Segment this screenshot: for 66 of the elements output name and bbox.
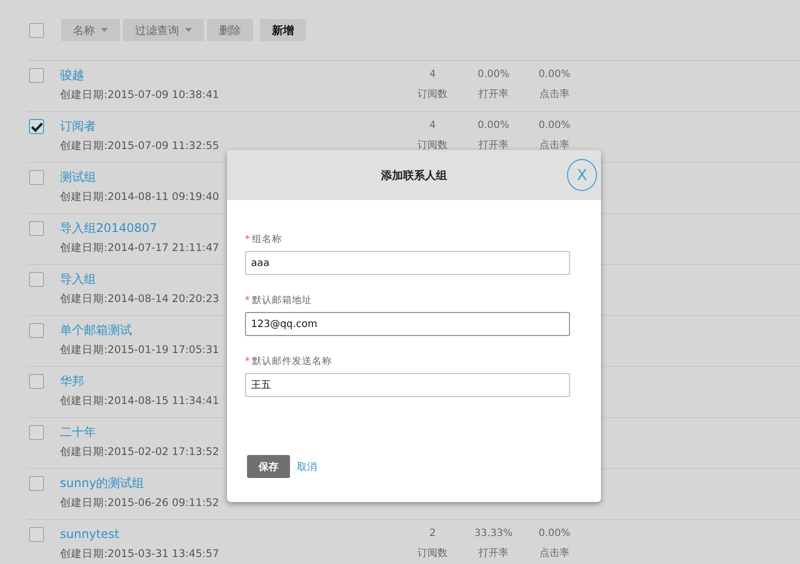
checkmark-icon [30,122,42,132]
created-date: 创建日期:2014-08-15 11:34:41 [60,394,220,409]
created-date: 创建日期:2015-02-02 17:13:52 [60,445,220,460]
field-label: * 默认邮件发送名称 [245,355,333,369]
caret-icon [101,28,108,32]
add-button[interactable]: 新增 [260,19,306,41]
stat-label: 点击率 [540,138,570,153]
stat-value: 0.00% [538,119,570,133]
stat-label: 点击率 [540,546,570,561]
stat-value: 4 [429,119,436,133]
checkbox[interactable] [29,272,44,287]
dialog-title: 添加联系人组 [381,168,447,182]
cancel-link[interactable]: 取消 [297,460,317,474]
stat-label: 订阅数 [418,547,448,561]
group-name-link[interactable]: 导入组 [60,271,96,287]
group-name-link[interactable]: 导入组20140807 [60,220,158,236]
stat-label: 订阅数 [418,88,448,102]
created-date: 创建日期:2014-08-11 09:19:40 [60,190,220,205]
checkbox[interactable] [29,221,44,236]
close-button[interactable]: X [567,159,597,191]
input-field[interactable]: 123@qq.com [245,312,570,336]
stat-label: 打开率 [478,138,508,153]
group-name-link[interactable]: 华邦 [60,373,84,389]
stat-label: 点击率 [540,88,570,102]
created-date: 创建日期:2015-03-31 13:45:57 [60,547,220,562]
group-name-link[interactable]: 订阅者 [60,118,96,134]
group-name-link[interactable]: sunnytest [60,526,120,542]
created-date: 创建日期:2015-07-09 10:38:41 [60,88,220,103]
checkbox[interactable] [29,170,44,185]
checkbox[interactable] [29,476,44,491]
stat-label: 订阅数 [418,139,448,153]
checkbox[interactable] [29,22,44,38]
group-name-link[interactable]: 骏越 [60,67,84,83]
stat-value: 0.00% [478,119,510,133]
stat-label: 打开率 [478,88,508,102]
caret-icon [185,28,192,32]
dropdown-button[interactable]: 名称 [61,19,120,41]
group-name-link[interactable]: 单个邮箱测试 [60,322,132,338]
stat-value: 33.33% [474,527,513,541]
save-button[interactable]: 保存 [247,455,290,478]
checkbox[interactable] [29,527,44,542]
created-date: 创建日期:2014-08-14 20:20:23 [60,292,220,307]
created-date: 创建日期:2014-07-17 21:11:47 [60,241,220,256]
created-date: 创建日期:2015-01-19 17:05:31 [60,343,220,358]
group-name-link[interactable]: 测试组 [60,169,96,185]
group-name-link[interactable]: sunny的测试组 [60,475,144,491]
stat-value: 0.00% [538,68,570,82]
stat-value: 4 [429,68,436,82]
checkbox[interactable] [29,323,44,338]
checkbox[interactable] [29,68,44,83]
input-field[interactable]: aaa [245,251,570,275]
stat-label: 打开率 [478,546,508,561]
checkbox[interactable] [29,374,44,389]
delete-button[interactable]: 删除 [207,19,253,41]
stat-value: 0.00% [478,68,510,82]
stat-value: 2 [429,527,436,541]
checkbox[interactable] [29,119,44,134]
input-field[interactable]: 王五 [245,373,570,397]
created-date: 创建日期:2015-07-09 11:32:55 [60,139,220,154]
stat-value: 0.00% [538,527,570,541]
dropdown-button[interactable]: 过滤查询 [123,19,204,41]
field-label: * 默认邮箱地址 [245,294,313,308]
checkbox[interactable] [29,425,44,440]
created-date: 创建日期:2015-06-26 09:11:52 [60,496,220,511]
group-name-link[interactable]: 二十年 [60,424,96,440]
field-label: * 组名称 [245,233,283,247]
